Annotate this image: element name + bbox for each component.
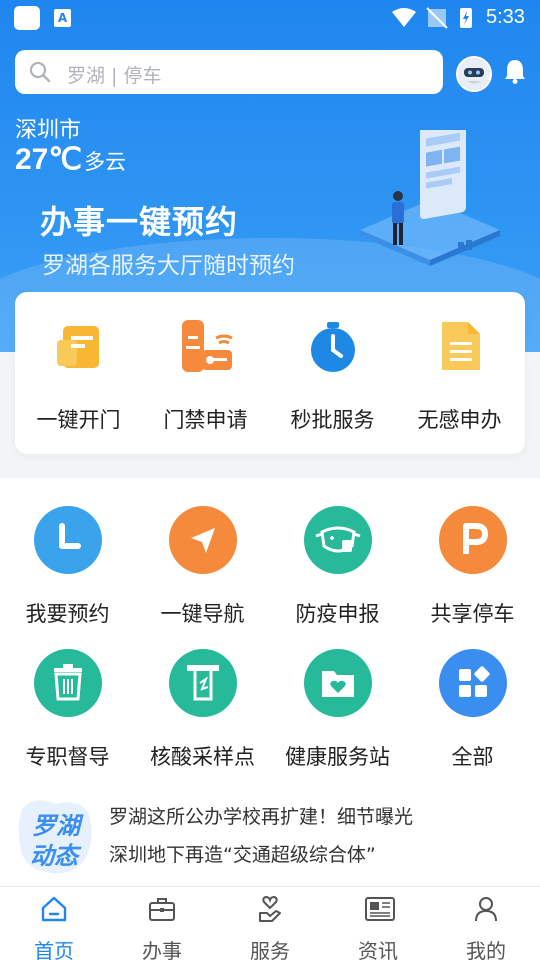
banner-subtitle[interactable]: 罗湖各服务大厅随时预约 xyxy=(42,246,295,280)
quick-actions-card: 一键开门 门禁申请 秒批服务 无感申办 xyxy=(15,292,525,454)
tab-label: 首页 xyxy=(34,939,74,960)
tab-label: 办事 xyxy=(142,939,182,960)
health-folder-icon xyxy=(304,649,372,717)
tab-news[interactable]: 资讯 xyxy=(324,887,432,960)
tab-home[interactable]: 首页 xyxy=(0,887,108,960)
service-appointment[interactable]: 我要预约 xyxy=(0,478,135,626)
news-item[interactable]: 深圳地下再造“交通超级综合体” xyxy=(109,840,376,867)
weather-readout: 27℃多云 xyxy=(15,142,126,177)
service-shared-parking[interactable]: 共享停车 xyxy=(405,478,540,626)
newspaper-icon xyxy=(365,897,395,921)
app-badge-icon: A xyxy=(54,9,71,27)
heart-hand-icon xyxy=(259,895,281,922)
mask-icon xyxy=(304,506,372,574)
signal-icons xyxy=(392,7,472,29)
status-bar: A 5:33 xyxy=(0,0,540,36)
tab-affairs[interactable]: 办事 xyxy=(108,887,216,960)
service-navigation[interactable]: 一键导航 xyxy=(135,478,270,626)
quick-action-instant-approval[interactable]: 秒批服务 xyxy=(269,292,396,454)
app-screen: A 5:33 罗湖 | 停车 深圳市 27℃多云 办事一键预约 罗湖各服务大厅随… xyxy=(0,0,540,960)
test-tube-icon xyxy=(169,649,237,717)
tab-label: 资讯 xyxy=(358,939,398,960)
clock-time: 5:33 xyxy=(486,6,525,28)
news-logo-text: 动态 xyxy=(30,842,82,870)
robot-avatar-icon xyxy=(458,58,490,90)
quick-action-label: 门禁申请 xyxy=(163,408,248,432)
navigation-icon xyxy=(169,506,237,574)
luohu-news-logo[interactable]: 罗湖 动态 xyxy=(16,796,94,878)
news-item[interactable]: 罗湖这所公办学校再扩建！细节曝光 xyxy=(109,802,413,829)
clock-icon xyxy=(34,506,102,574)
access-control-icon xyxy=(182,320,233,372)
bottom-tab-bar: 首页 办事 服务 资讯 我的 xyxy=(0,886,540,960)
temperature: 27℃ xyxy=(15,143,83,176)
avatar[interactable] xyxy=(456,56,492,92)
grid-icon xyxy=(439,649,507,717)
service-label: 全部 xyxy=(451,745,494,769)
bell-icon[interactable] xyxy=(503,58,527,84)
trash-icon xyxy=(34,649,102,717)
briefcase-icon xyxy=(149,898,175,921)
search-placeholder: 罗湖 | 停车 xyxy=(67,65,162,87)
service-label: 专职督导 xyxy=(25,745,110,769)
service-all[interactable]: 全部 xyxy=(405,621,540,769)
stopwatch-icon xyxy=(311,322,355,372)
service-supervision[interactable]: 专职督导 xyxy=(0,621,135,769)
service-epidemic-report[interactable]: 防疫申报 xyxy=(270,478,405,626)
search-bar[interactable]: 罗湖 | 停车 xyxy=(15,50,443,94)
service-nucleic-test-sites[interactable]: 核酸采样点 xyxy=(135,621,270,769)
quick-action-label: 一键开门 xyxy=(36,408,121,432)
quick-action-label: 秒批服务 xyxy=(290,408,375,432)
service-health-station[interactable]: 健康服务站 xyxy=(270,621,405,769)
tab-label: 服务 xyxy=(250,939,290,960)
parking-icon xyxy=(439,506,507,574)
news-ticker: 罗湖 动态 罗湖这所公办学校再扩建！细节曝光 深圳地下再造“交通超级综合体” xyxy=(0,792,540,886)
service-label: 健康服务站 xyxy=(285,745,390,769)
quick-action-open-door[interactable]: 一键开门 xyxy=(15,292,142,454)
appointment-illustration-icon xyxy=(360,130,500,266)
tab-mine[interactable]: 我的 xyxy=(432,887,540,960)
quick-action-label: 无感申办 xyxy=(417,408,502,432)
quick-action-seamless-apply[interactable]: 无感申办 xyxy=(396,292,523,454)
quick-action-access-request[interactable]: 门禁申请 xyxy=(142,292,269,454)
home-icon xyxy=(41,896,67,922)
search-icon xyxy=(29,61,51,83)
tab-services[interactable]: 服务 xyxy=(216,887,324,960)
weather-condition: 多云 xyxy=(84,150,127,174)
document-icon xyxy=(442,322,480,370)
notification-icon xyxy=(14,6,40,30)
city-name: 深圳市 xyxy=(15,118,82,143)
news-logo-text: 罗湖 xyxy=(32,812,84,840)
banner-title[interactable]: 办事一键预约 xyxy=(40,197,238,243)
service-label: 核酸采样点 xyxy=(150,745,255,769)
user-icon xyxy=(475,897,497,922)
tab-label: 我的 xyxy=(466,939,506,960)
card-reader-icon xyxy=(57,326,99,368)
